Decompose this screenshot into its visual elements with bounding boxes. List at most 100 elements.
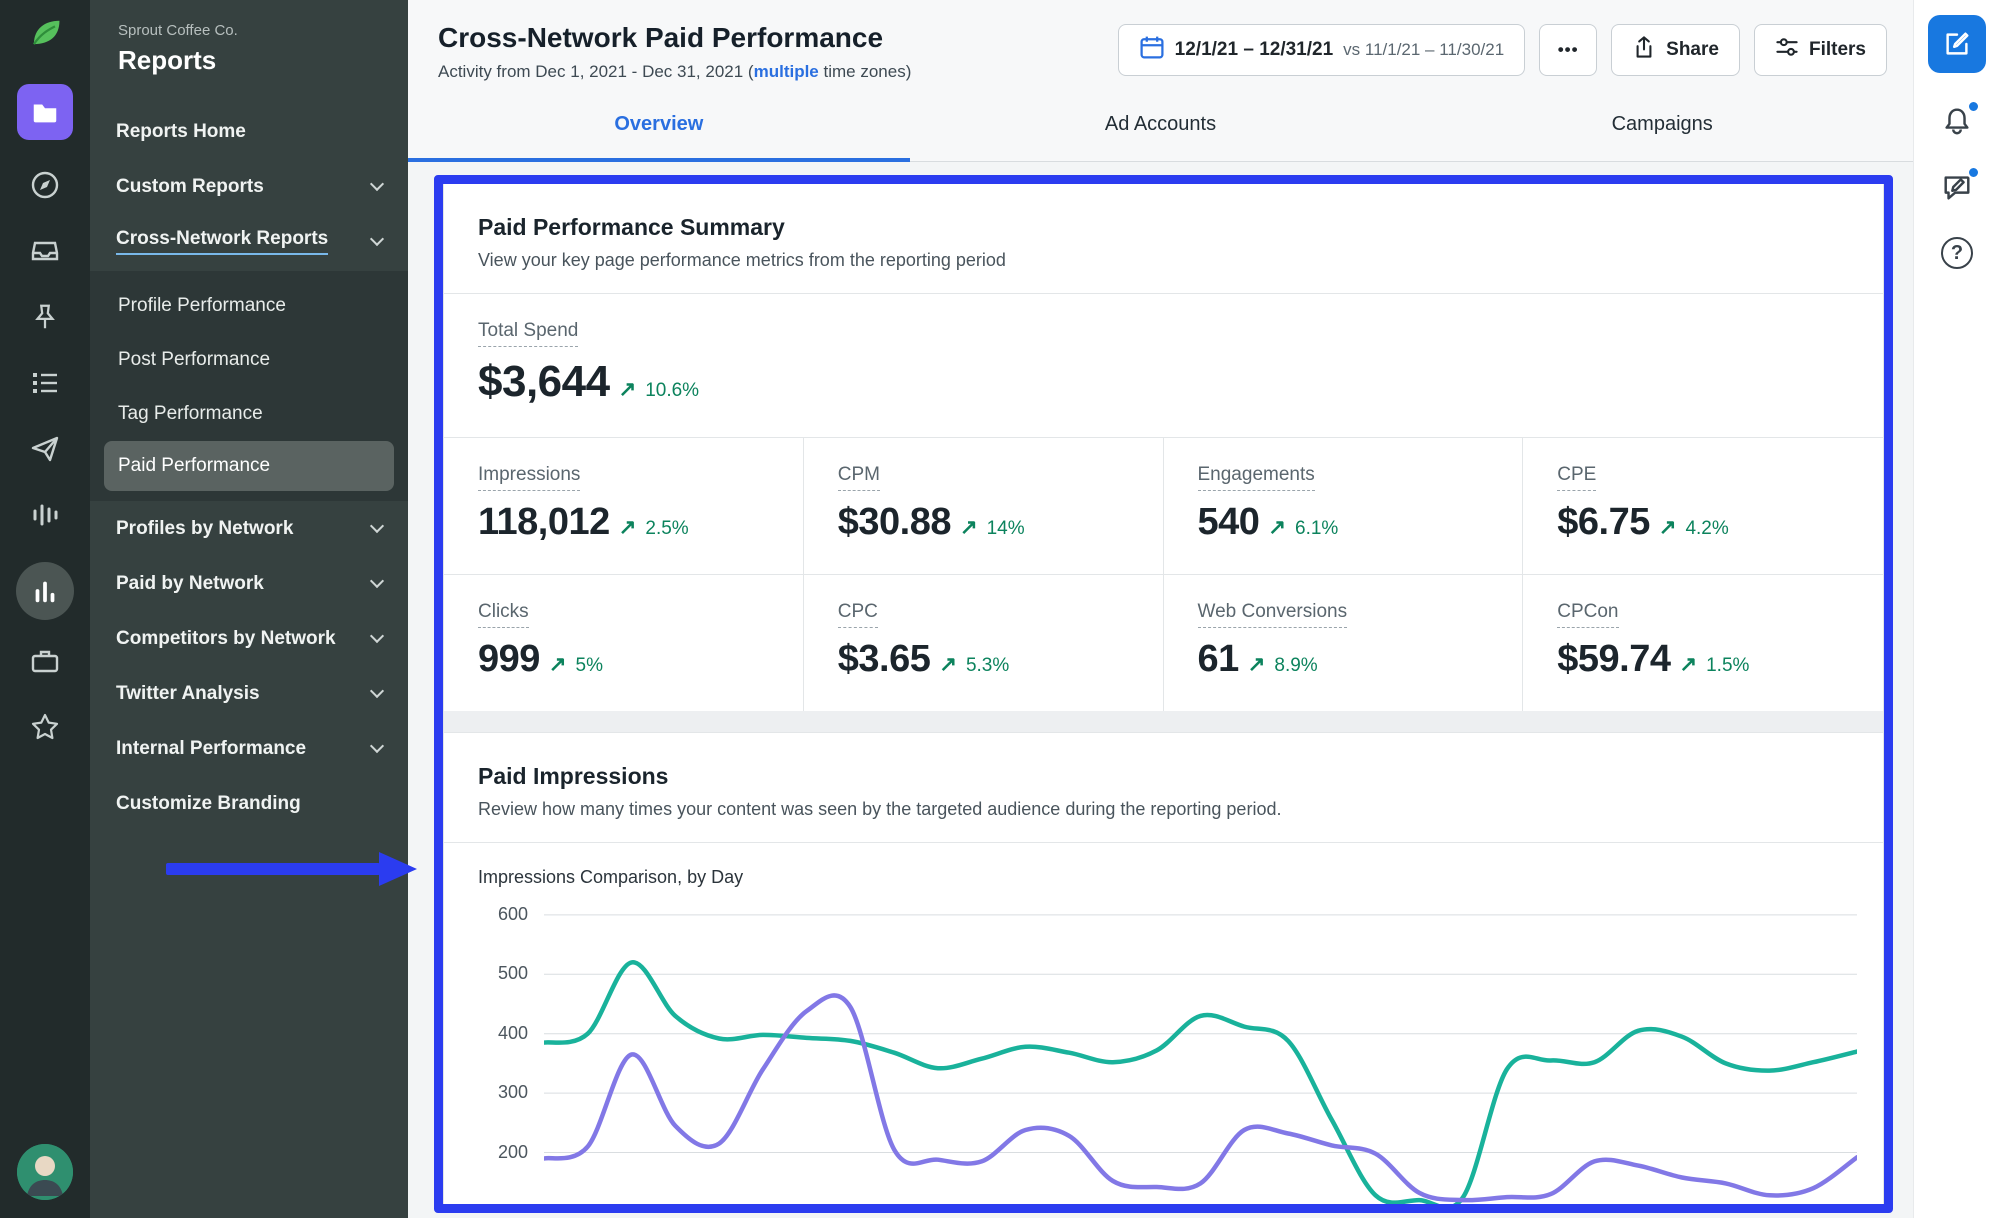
sidebar-item-post-performance[interactable]: Post Performance: [90, 333, 408, 387]
metric-card-cpcon: CPCon $59.74 ↗ 1.5%: [1523, 575, 1883, 711]
y-axis-tick: 600: [498, 904, 528, 925]
main-area: Cross-Network Paid Performance Activity …: [408, 0, 1913, 1218]
tab-overview[interactable]: Overview: [408, 88, 910, 161]
compass-icon[interactable]: [26, 166, 64, 204]
metric-value: 118,012: [478, 501, 610, 544]
paid-performance-card: Paid Performance Summary View your key p…: [443, 183, 1884, 1207]
metric-label[interactable]: CPCon: [1557, 601, 1618, 628]
metric-change: 14%: [987, 518, 1025, 540]
metric-value: 999: [478, 638, 540, 681]
trend-up-icon: ↗: [960, 515, 978, 540]
chevron-down-icon: [370, 738, 384, 752]
compose-button[interactable]: [1928, 15, 1986, 73]
impressions-chart-section: Impressions Comparison, by Day 200300400…: [444, 843, 1883, 1206]
sidebar-item-cross-network-reports[interactable]: Cross-Network Reports: [90, 214, 408, 269]
feedback-dot: [1967, 166, 1980, 179]
briefcase-icon[interactable]: [26, 642, 64, 680]
sidebar-item-reports-home[interactable]: Reports Home: [90, 104, 408, 159]
utility-rail: ?: [1913, 0, 2000, 1218]
trend-up-icon: ↗: [619, 515, 637, 540]
metric-label[interactable]: Engagements: [1198, 464, 1315, 491]
metric-label[interactable]: CPM: [838, 464, 880, 491]
listening-waves-icon[interactable]: [26, 496, 64, 534]
trend-up-icon: ↗: [1248, 652, 1266, 677]
metric-change: 1.5%: [1706, 655, 1749, 677]
share-button[interactable]: Share: [1611, 24, 1740, 76]
sidebar-item-internal-performance[interactable]: Internal Performance: [90, 721, 408, 776]
calendar-icon: [1139, 34, 1165, 66]
total-spend-metric: Total Spend $3,644 ↗ 10.6%: [444, 294, 1883, 438]
sidebar-item-profile-performance[interactable]: Profile Performance: [90, 279, 408, 333]
metric-change: 5%: [576, 655, 603, 677]
tab-campaigns[interactable]: Campaigns: [1411, 88, 1913, 161]
chart-canvas: [544, 906, 1857, 1206]
chevron-down-icon: [370, 683, 384, 697]
sidebar-item-profiles-by-network[interactable]: Profiles by Network: [90, 501, 408, 556]
metric-value: $59.74: [1557, 638, 1670, 681]
paid-impressions-header: Paid Impressions Review how many times y…: [444, 733, 1883, 843]
tab-ad-accounts[interactable]: Ad Accounts: [910, 88, 1412, 161]
chevron-down-icon: [370, 573, 384, 587]
filters-button[interactable]: Filters: [1754, 24, 1887, 76]
sidebar-item-customize-branding[interactable]: Customize Branding: [90, 776, 408, 831]
y-axis-tick: 300: [498, 1082, 528, 1103]
publishing-list-icon[interactable]: [26, 364, 64, 402]
metric-label[interactable]: Total Spend: [478, 320, 578, 347]
metric-card-cpm: CPM $30.88 ↗ 14%: [804, 438, 1164, 575]
metric-card-engagements: Engagements 540 ↗ 6.1%: [1164, 438, 1524, 575]
paper-plane-icon[interactable]: [26, 430, 64, 468]
y-axis-tick: 500: [498, 963, 528, 984]
sidebar-item-custom-reports[interactable]: Custom Reports: [90, 159, 408, 214]
feedback-pencil-icon[interactable]: [1939, 169, 1975, 205]
metric-card-impressions: Impressions 118,012 ↗ 2.5%: [444, 438, 804, 575]
pin-icon[interactable]: [26, 298, 64, 336]
more-actions-button[interactable]: •••: [1539, 24, 1597, 76]
user-avatar[interactable]: [17, 1144, 73, 1200]
section-divider: [444, 711, 1883, 733]
timezones-link[interactable]: multiple: [754, 62, 819, 81]
sidebar-item-competitors-by-network[interactable]: Competitors by Network: [90, 611, 408, 666]
sidebar-item-paid-by-network[interactable]: Paid by Network: [90, 556, 408, 611]
metric-value: $6.75: [1557, 501, 1650, 544]
metric-label[interactable]: Web Conversions: [1198, 601, 1348, 628]
metric-label[interactable]: CPE: [1557, 464, 1596, 491]
notification-dot: [1967, 100, 1980, 113]
sidebar-item-tag-performance[interactable]: Tag Performance: [90, 387, 408, 441]
chart-y-axis: 200300400500600: [478, 906, 528, 1206]
summary-subtitle: View your key page performance metrics f…: [478, 250, 1849, 271]
chevron-down-icon: [370, 176, 384, 190]
date-range-button[interactable]: 12/1/21 – 12/31/21 vs 11/1/21 – 11/30/21: [1118, 24, 1525, 76]
metric-label[interactable]: Clicks: [478, 601, 529, 628]
reports-analytics-icon[interactable]: [16, 562, 74, 620]
metric-card-web-conversions: Web Conversions 61 ↗ 8.9%: [1164, 575, 1524, 711]
trend-up-icon: ↗: [939, 652, 957, 677]
sidebar-nav: Reports Home Custom Reports Cross-Networ…: [90, 104, 408, 831]
impressions-line-chart: 200300400500600: [478, 906, 1857, 1206]
trend-up-icon: ↗: [1659, 515, 1677, 540]
reports-folder-icon[interactable]: [17, 84, 73, 140]
report-content: Paid Performance Summary View your key p…: [408, 162, 1913, 1218]
star-icon[interactable]: [26, 708, 64, 746]
page-title: Cross-Network Paid Performance: [438, 22, 1118, 54]
paid-impressions-subtitle: Review how many times your content was s…: [478, 799, 1849, 820]
metric-value: 540: [1198, 501, 1260, 544]
metric-value: $3.65: [838, 638, 931, 681]
sprout-logo-icon[interactable]: [22, 10, 68, 56]
metric-change: 2.5%: [645, 518, 688, 540]
sidebar-item-twitter-analysis[interactable]: Twitter Analysis: [90, 666, 408, 721]
activity-subtitle: Activity from Dec 1, 2021 - Dec 31, 2021…: [438, 62, 1118, 82]
metric-value: $30.88: [838, 501, 951, 544]
metric-label[interactable]: CPC: [838, 601, 878, 628]
metric-label[interactable]: Impressions: [478, 464, 580, 491]
sidebar-title: Reports: [118, 45, 380, 76]
inbox-icon[interactable]: [26, 232, 64, 270]
filters-icon: [1775, 35, 1799, 65]
trend-up-icon: ↗: [549, 652, 567, 677]
app-root: Sprout Coffee Co. Reports Reports Home C…: [0, 0, 2000, 1218]
paid-impressions-title: Paid Impressions: [478, 763, 1849, 790]
account-name: Sprout Coffee Co.: [118, 22, 380, 39]
help-icon[interactable]: ?: [1939, 235, 1975, 271]
metric-value: $3,644: [478, 357, 610, 407]
notifications-bell-icon[interactable]: [1939, 103, 1975, 139]
sidebar-item-paid-performance[interactable]: Paid Performance: [104, 441, 394, 491]
